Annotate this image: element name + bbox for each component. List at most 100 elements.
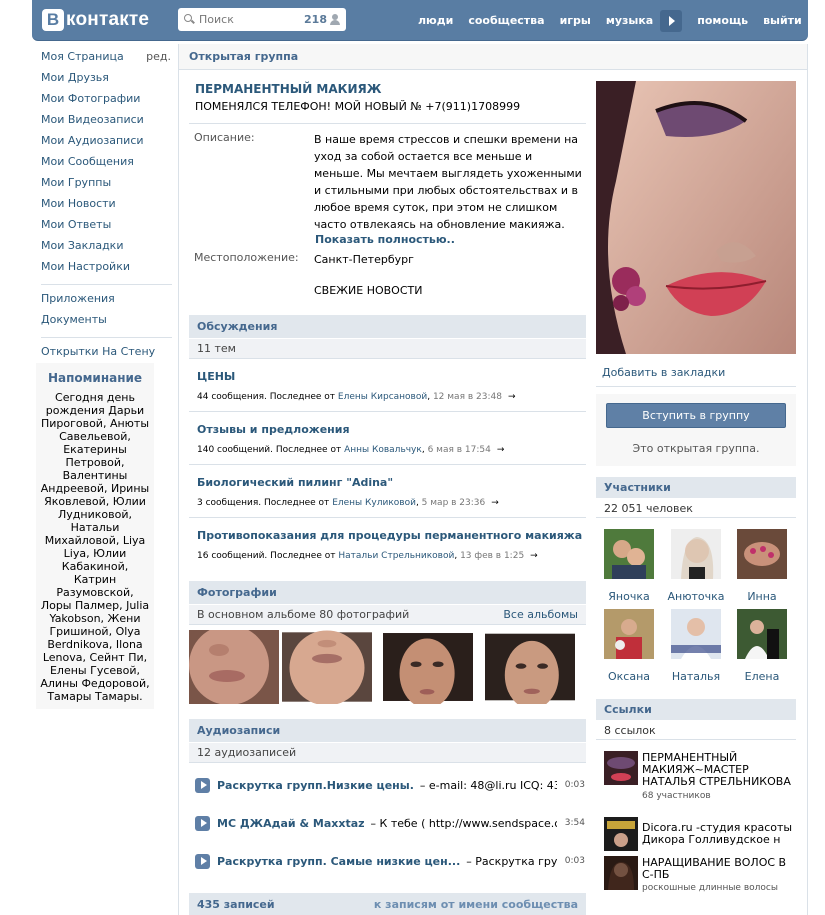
- sidebar-item-label[interactable]: Мои Сообщения: [41, 155, 134, 176]
- photo-thumb[interactable]: [189, 630, 279, 704]
- nav-games[interactable]: игры: [560, 14, 591, 27]
- link-title[interactable]: НАРАЩИВАНИЕ ВОЛОС В С-ПБ: [642, 857, 797, 881]
- member-name[interactable]: Елена: [733, 670, 791, 683]
- sidebar-item-label[interactable]: Приложения: [41, 292, 115, 313]
- topic-title[interactable]: Биологический пилинг "Adina": [197, 476, 587, 489]
- sidebar-item-my-page[interactable]: Моя Страница ред.: [41, 50, 171, 71]
- track-artist[interactable]: MC ДЖАдай & Maxxtaz: [217, 817, 365, 830]
- sidebar-item-documents[interactable]: Документы: [41, 313, 171, 334]
- play-icon[interactable]: [195, 777, 210, 793]
- sidebar-item-answers[interactable]: Мои Ответы: [41, 218, 171, 239]
- topic-title[interactable]: Отзывы и предложения: [197, 423, 587, 436]
- topic-item[interactable]: Биологический пилинг "Adina" 3 сообщения…: [197, 476, 587, 508]
- sidebar-item-settings[interactable]: Мои Настройки: [41, 260, 171, 281]
- photos-header[interactable]: Фотографии: [189, 581, 586, 604]
- sidebar-item-label[interactable]: Мои Видеозаписи: [41, 113, 144, 134]
- link-title[interactable]: ПЕРМАНЕНТНЫЙ МАКИЯЖ~МАСТЕР НАТАЛЬЯ СТРЕЛ…: [642, 752, 797, 788]
- sidebar-item-apps[interactable]: Приложения: [41, 292, 171, 313]
- photo-thumb[interactable]: [383, 630, 473, 704]
- all-albums-link[interactable]: Все альбомы: [503, 608, 578, 621]
- avatar[interactable]: [604, 529, 654, 579]
- topic-item[interactable]: Противопоказания для процедуры перманент…: [197, 529, 587, 561]
- reminder-text[interactable]: Сегодня день рождения Дарьи Пироговой, А…: [40, 391, 150, 703]
- sidebar-item-label[interactable]: Мои Закладки: [41, 239, 123, 260]
- sidebar-item-label[interactable]: Мои Аудиозаписи: [41, 134, 144, 155]
- audio-header[interactable]: Аудиозаписи: [189, 719, 586, 742]
- sidebar-item-label[interactable]: Моя Страница: [41, 50, 124, 71]
- photo-thumb[interactable]: [282, 630, 372, 704]
- arrow-right-icon[interactable]: →: [491, 498, 499, 508]
- topic-author[interactable]: Анны Ковальчук: [344, 445, 422, 455]
- sidebar-item-videos[interactable]: Мои Видеозаписи: [41, 113, 171, 134]
- member-item[interactable]: Елена: [733, 609, 791, 683]
- group-avatar[interactable]: [596, 81, 796, 354]
- member-item[interactable]: Инна: [733, 529, 791, 603]
- member-name[interactable]: Оксана: [600, 670, 658, 683]
- nav-logout[interactable]: выйти: [763, 14, 802, 27]
- edit-link[interactable]: ред.: [146, 50, 171, 71]
- link-thumb[interactable]: [604, 856, 638, 890]
- link-title[interactable]: Dicora.ru -студия красоты Дикора Голливу…: [642, 822, 797, 846]
- sidebar-item-label[interactable]: Мои Настройки: [41, 260, 130, 281]
- links-header[interactable]: Ссылки: [596, 699, 796, 720]
- sidebar-item-label[interactable]: Документы: [41, 313, 107, 334]
- add-bookmark-link[interactable]: Добавить в закладки: [602, 366, 725, 379]
- topic-author[interactable]: Елены Куликовой: [332, 498, 416, 508]
- avatar[interactable]: [671, 609, 721, 659]
- avatar[interactable]: [737, 609, 787, 659]
- link-thumb[interactable]: [604, 751, 638, 785]
- member-item[interactable]: Анюточка: [667, 529, 725, 603]
- nav-help[interactable]: помощь: [697, 14, 748, 27]
- arrow-right-icon[interactable]: →: [508, 392, 516, 402]
- sidebar-item-label[interactable]: Мои Друзья: [41, 71, 109, 92]
- arrow-right-icon[interactable]: →: [530, 551, 538, 561]
- topic-item[interactable]: ЦЕНЫ 44 сообщения. Последнее от Елены Ки…: [197, 370, 587, 402]
- play-icon[interactable]: [660, 9, 683, 32]
- sidebar-item-friends[interactable]: Мои Друзья: [41, 71, 171, 92]
- member-item[interactable]: Яночка: [600, 529, 658, 603]
- sidebar-item-news[interactable]: Мои Новости: [41, 197, 171, 218]
- sidebar-item-label[interactable]: Мои Фотографии: [41, 92, 140, 113]
- photo-thumb[interactable]: [485, 630, 575, 704]
- topic-author[interactable]: Елены Кирсановой: [338, 392, 427, 402]
- member-name[interactable]: Инна: [733, 590, 791, 603]
- play-icon[interactable]: [195, 853, 210, 869]
- join-group-button[interactable]: Вступить в группу: [606, 403, 786, 428]
- wall-count[interactable]: 435 записей: [197, 898, 275, 911]
- vk-logo[interactable]: В контакте: [42, 7, 149, 33]
- sidebar-item-bookmarks[interactable]: Мои Закладки: [41, 239, 171, 260]
- arrow-right-icon[interactable]: →: [497, 445, 505, 455]
- nav-people[interactable]: люди: [418, 14, 453, 27]
- avatar[interactable]: [737, 529, 787, 579]
- nav-communities[interactable]: сообщества: [468, 14, 544, 27]
- sidebar-item-messages[interactable]: Мои Сообщения: [41, 155, 171, 176]
- track-artist[interactable]: Раскрутка групп.Низкие цены.: [217, 779, 414, 792]
- avatar[interactable]: [604, 609, 654, 659]
- member-name[interactable]: Наталья: [667, 670, 725, 683]
- topic-title[interactable]: Противопоказания для процедуры перманент…: [197, 529, 587, 542]
- sidebar-item-audio[interactable]: Мои Аудиозаписи: [41, 134, 171, 155]
- sidebar-item-label[interactable]: Мои Группы: [41, 176, 111, 197]
- show-more-link[interactable]: Показать полностью..: [315, 233, 455, 246]
- link-thumb[interactable]: [604, 817, 638, 851]
- topic-author[interactable]: Натальи Стрельниковой: [338, 551, 454, 561]
- member-item[interactable]: Оксана: [600, 609, 658, 683]
- nav-music[interactable]: музыка: [606, 14, 653, 27]
- sidebar-item-groups[interactable]: Мои Группы: [41, 176, 171, 197]
- search-input[interactable]: Поиск 218: [178, 8, 346, 31]
- topic-title[interactable]: ЦЕНЫ: [197, 370, 587, 383]
- track-artist[interactable]: Раскрутка групп. Самые низкие цен...: [217, 855, 460, 868]
- play-icon[interactable]: [195, 815, 210, 831]
- avatar[interactable]: [671, 529, 721, 579]
- member-item[interactable]: Наталья: [667, 609, 725, 683]
- members-header[interactable]: Участники: [596, 477, 796, 498]
- discussions-header[interactable]: Обсуждения: [189, 315, 586, 338]
- member-name[interactable]: Анюточка: [667, 590, 725, 603]
- sidebar-item-label[interactable]: Мои Ответы: [41, 218, 111, 239]
- sidebar-item-label[interactable]: Мои Новости: [41, 197, 116, 218]
- member-name[interactable]: Яночка: [600, 590, 658, 603]
- sidebar-item-photos[interactable]: Мои Фотографии: [41, 92, 171, 113]
- topic-item[interactable]: Отзывы и предложения 140 сообщений. Посл…: [197, 423, 587, 455]
- wall-community-link[interactable]: к записям от имени сообщества: [374, 898, 578, 911]
- fresh-news-link[interactable]: СВЕЖИЕ НОВОСТИ: [314, 284, 422, 297]
